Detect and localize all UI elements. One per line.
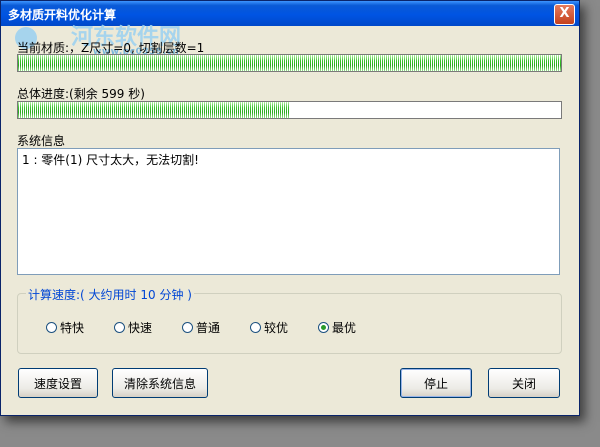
speed-settings-button[interactable]: 速度设置 — [18, 368, 98, 398]
radio-very-fast[interactable]: 特快 — [46, 319, 84, 336]
radio-dot — [114, 322, 125, 333]
radio-dot — [250, 322, 261, 333]
current-material-progress — [17, 54, 562, 72]
radio-label: 快速 — [128, 321, 153, 335]
overall-progress — [17, 101, 562, 119]
radio-label: 较优 — [264, 321, 289, 335]
radio-best[interactable]: 最优 — [318, 319, 356, 336]
radio-dot — [46, 322, 57, 333]
dialog-body: 当前材质:，Z尺寸=0, 切割层数=1 总体进度:(剩余 599 秒) 系统信息… — [4, 26, 576, 412]
radio-dot — [318, 322, 329, 333]
radio-dot — [182, 322, 193, 333]
clear-info-button[interactable]: 清除系统信息 — [112, 368, 208, 398]
radio-label: 普通 — [196, 321, 221, 335]
dialog-window: 多材质开料优化计算 X 河东软件网 www.pc0359.cn 当前材质:，Z尺… — [0, 0, 580, 416]
speed-groupbox: 计算速度:( 大约用时 10 分钟 ) 特快 快速 普通 较优 最优 — [17, 286, 562, 354]
overall-progress-label: 总体进度:(剩余 599 秒) — [17, 87, 145, 101]
system-info-label: 系统信息 — [17, 134, 66, 148]
radio-better[interactable]: 较优 — [250, 319, 288, 336]
system-info-line: 1 : 零件(1) 尺寸太大，无法切割! — [22, 153, 199, 167]
close-window-button[interactable]: X — [554, 4, 575, 25]
radio-fast[interactable]: 快速 — [114, 319, 152, 336]
current-material-progress-fill — [18, 55, 561, 71]
radio-label: 特快 — [60, 321, 85, 335]
system-info-box[interactable]: 1 : 零件(1) 尺寸太大，无法切割! — [17, 148, 560, 275]
overall-progress-fill — [18, 102, 290, 118]
radio-normal[interactable]: 普通 — [182, 319, 220, 336]
radio-label: 最优 — [332, 321, 357, 335]
speed-group-title: 计算速度:( 大约用时 10 分钟 ) — [26, 286, 194, 303]
close-button[interactable]: 关闭 — [488, 368, 560, 398]
stop-button[interactable]: 停止 — [400, 368, 472, 398]
